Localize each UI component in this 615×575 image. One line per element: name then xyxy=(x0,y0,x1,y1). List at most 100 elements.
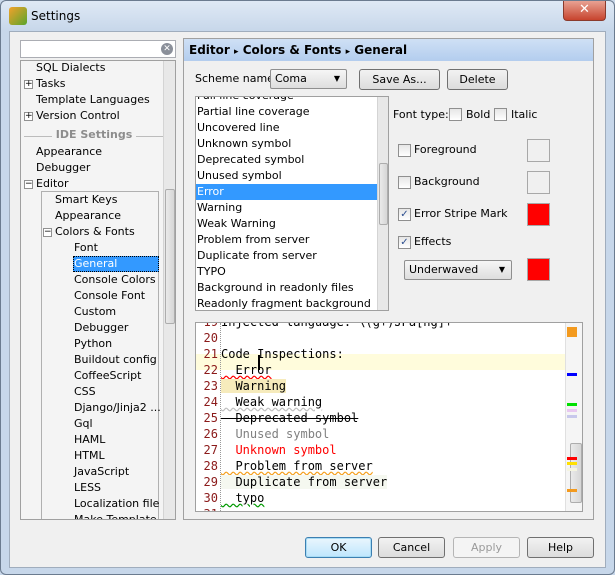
attribute-item[interactable]: TYPO xyxy=(196,264,377,280)
expand-icon[interactable]: + xyxy=(24,79,33,89)
tree-item-sql-dialects[interactable]: SQL Dialects xyxy=(36,61,105,76)
stripe-mark[interactable] xyxy=(567,468,577,471)
line-number: 24 xyxy=(203,395,218,409)
tree-item-django-jinja2-[interactable]: Django/Jinja2 ... xyxy=(73,400,161,416)
tree-item-general[interactable]: General xyxy=(73,256,159,272)
scrollbar-thumb[interactable] xyxy=(570,443,582,503)
expand-icon[interactable]: + xyxy=(24,111,33,121)
tree-scrollbar[interactable] xyxy=(163,61,175,519)
line-number: 21 xyxy=(203,347,218,361)
tree-item-gql[interactable]: Gql xyxy=(73,416,93,432)
save-as-button[interactable]: Save As... xyxy=(359,69,440,90)
tree-item-css[interactable]: CSS xyxy=(73,384,96,400)
error-stripe-checkbox[interactable]: ✓ xyxy=(398,208,411,221)
effect-color-swatch[interactable] xyxy=(527,258,550,281)
tree-item-custom[interactable]: Custom xyxy=(73,304,116,320)
foreground-color-swatch[interactable] xyxy=(527,139,550,162)
settings-search-input[interactable]: ✕ xyxy=(20,40,176,58)
inspection-sample: Problem from server xyxy=(221,459,373,473)
attribute-item[interactable]: Partial line coverage xyxy=(196,104,377,120)
collapse-icon[interactable]: − xyxy=(24,179,33,189)
attribute-item[interactable]: Weak Warning xyxy=(196,216,377,232)
inspection-sample: Unused symbol xyxy=(221,427,330,441)
preview-editor[interactable]: 19 Injected language: \(g+)JPa[ng]+ 20 21 Co… xyxy=(195,322,583,512)
stripe-mark[interactable] xyxy=(567,403,577,406)
attribute-item[interactable]: Background in readonly files xyxy=(196,280,377,296)
tree-item-tasks[interactable]: + Tasks xyxy=(24,76,65,92)
code-text: Problem from server xyxy=(221,458,373,474)
line-number: 26 xyxy=(203,427,218,441)
stripe-mark[interactable] xyxy=(567,489,577,492)
tree-item-console-font[interactable]: Console Font xyxy=(73,288,145,304)
tree-item-editor[interactable]: − Editor xyxy=(24,176,69,192)
bold-checkbox[interactable] xyxy=(449,108,462,121)
tree-item-less[interactable]: LESS xyxy=(73,480,101,496)
code-text: Duplicate from server xyxy=(221,474,388,490)
code-line: 20 xyxy=(196,330,566,346)
tree-item-template-languages[interactable]: Template Languages xyxy=(36,92,150,108)
code-line: 31 xyxy=(196,506,566,511)
attribute-item[interactable]: Readonly fragment background xyxy=(196,296,377,310)
attribute-item[interactable]: Duplicate from server xyxy=(196,248,377,264)
tree-item-make-template[interactable]: Make Template xyxy=(73,512,157,519)
help-button[interactable]: Help xyxy=(527,537,594,558)
attribute-item[interactable]: Unused symbol xyxy=(196,168,377,184)
effect-type-select[interactable]: Underwaved ▼ xyxy=(404,260,512,280)
tree-item-html[interactable]: HTML xyxy=(73,448,105,464)
tree-item-debugger[interactable]: Debugger xyxy=(73,320,128,336)
stripe-mark[interactable] xyxy=(567,457,577,460)
close-button[interactable]: ✕ xyxy=(563,1,606,21)
background-checkbox[interactable] xyxy=(398,176,411,189)
attribute-item[interactable]: Uncovered line xyxy=(196,120,377,136)
effects-checkbox[interactable]: ✓ xyxy=(398,236,411,249)
background-color-swatch[interactable] xyxy=(527,171,550,194)
attribute-item[interactable]: Warning xyxy=(196,200,377,216)
tree-item-coffeescript[interactable]: CoffeeScript xyxy=(73,368,141,384)
attribute-item[interactable]: Deprecated symbol xyxy=(196,152,377,168)
tree-item-version-control[interactable]: + Version Control xyxy=(24,108,120,124)
italic-checkbox[interactable] xyxy=(494,108,507,121)
attribute-item[interactable]: Problem from server xyxy=(196,232,377,248)
tree-item-appearance[interactable]: Appearance xyxy=(36,144,102,160)
code-line: 25 Deprecated symbol xyxy=(196,410,566,426)
breadcrumb-item: Editor xyxy=(189,43,230,57)
cancel-button[interactable]: Cancel xyxy=(378,537,445,558)
collapse-icon[interactable]: − xyxy=(43,227,52,237)
attribute-item[interactable]: Unknown symbol xyxy=(196,136,377,152)
apply-button[interactable]: Apply xyxy=(453,537,520,558)
ok-button[interactable]: OK xyxy=(305,537,372,558)
code-line: 24 Weak warning xyxy=(196,394,566,410)
tree-item-smart-keys[interactable]: Smart Keys xyxy=(55,192,117,208)
error-stripe-color-swatch[interactable] xyxy=(527,203,550,226)
foreground-checkbox[interactable] xyxy=(398,144,411,157)
attribute-item[interactable]: Full line coverage xyxy=(196,97,377,104)
scrollbar-thumb[interactable] xyxy=(379,163,388,225)
tree-item-label: Appearance xyxy=(36,145,103,158)
inspection-status-icon[interactable] xyxy=(567,327,577,337)
tree-item-javascript[interactable]: JavaScript xyxy=(73,464,129,480)
tree-item-debugger[interactable]: Debugger xyxy=(36,160,90,176)
attribute-item[interactable]: Error xyxy=(196,184,377,200)
delete-button[interactable]: Delete xyxy=(447,69,508,90)
tree-item-editor-appearance[interactable]: Appearance xyxy=(55,208,121,224)
tree-item-console-colors[interactable]: Console Colors xyxy=(73,272,156,288)
tree-item-localization-file[interactable]: Localization file xyxy=(73,496,159,512)
tree-item-buildout-config[interactable]: Buildout config xyxy=(73,352,157,368)
line-number: 23 xyxy=(203,379,218,393)
section-label: IDE Settings xyxy=(51,128,137,141)
tree-item-colors-fonts[interactable]: − Colors & Fonts xyxy=(43,224,135,240)
stripe-mark[interactable] xyxy=(567,373,577,376)
tree-item-python[interactable]: Python xyxy=(73,336,112,352)
clear-search-icon[interactable]: ✕ xyxy=(161,43,173,55)
attributes-scrollbar[interactable] xyxy=(377,97,388,310)
scheme-select[interactable]: Coma ▼ xyxy=(270,69,347,89)
code-text: Unused symbol xyxy=(221,426,329,442)
code-text: Error xyxy=(221,362,271,378)
tree-item-font[interactable]: Font xyxy=(73,240,98,256)
stripe-mark[interactable] xyxy=(567,409,577,412)
stripe-mark[interactable] xyxy=(567,415,577,418)
tree-item-haml[interactable]: HAML xyxy=(73,432,105,448)
stripe-mark[interactable] xyxy=(567,462,577,465)
pycharm-app-icon xyxy=(9,7,27,25)
scrollbar-thumb[interactable] xyxy=(165,189,175,324)
